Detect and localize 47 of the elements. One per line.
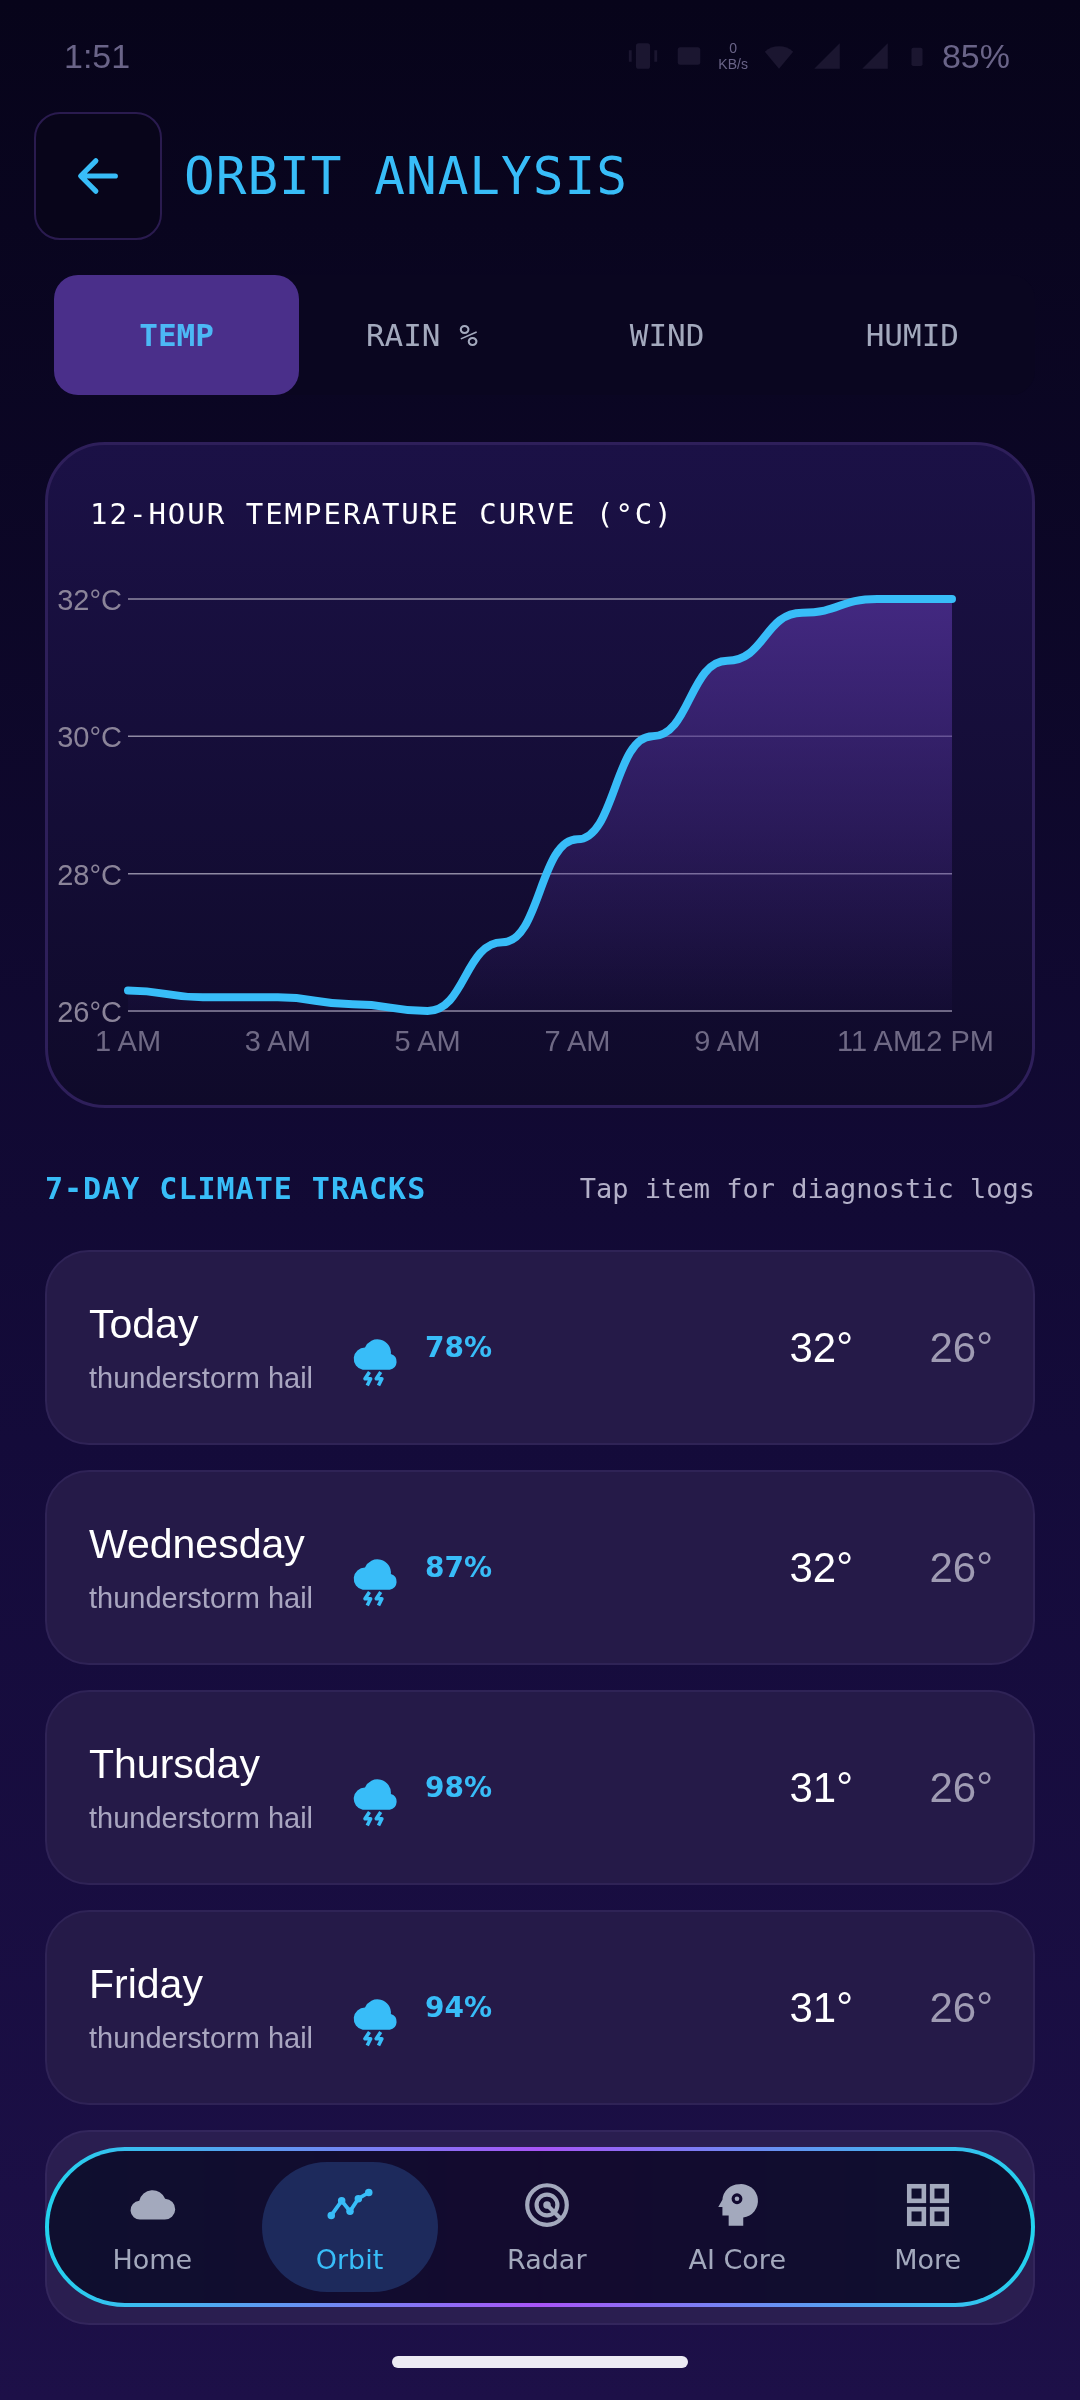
high-temp: 31° xyxy=(788,1983,853,2032)
day-name: Wednesday xyxy=(89,1520,306,1568)
condition-text: thunderstorm hail xyxy=(89,1581,315,1615)
screen-title: ORBIT ANALYSIS xyxy=(184,146,628,206)
x-axis-label: 3 AM xyxy=(244,1025,311,1057)
section-hint: Tap item for diagnostic logs xyxy=(579,1172,1035,1204)
tab[interactable]: WIND xyxy=(544,275,790,395)
condition-text: thunderstorm hail xyxy=(89,2021,315,2055)
tab[interactable]: TEMP xyxy=(54,275,300,395)
day-name: Friday xyxy=(89,1960,204,2008)
nav-item[interactable]: Home xyxy=(57,2162,248,2292)
nav-item[interactable]: Radar xyxy=(451,2162,642,2292)
x-axis-label: 1 AM xyxy=(94,1025,162,1057)
back-button[interactable] xyxy=(34,112,162,240)
y-axis-label: 32°C xyxy=(57,584,122,616)
low-temp: 26° xyxy=(928,1763,993,1812)
tab[interactable]: HUMID xyxy=(789,275,1035,395)
low-temp: 26° xyxy=(928,1983,993,2032)
precip-chance: 94% xyxy=(425,1991,493,2024)
section-title: 7-DAY CLIMATE TRACKS xyxy=(45,1170,427,1206)
y-axis-label: 30°C xyxy=(57,721,122,754)
chart-title: 12-HOUR TEMPERATURE CURVE (°C) xyxy=(90,497,674,531)
status-time: 1:51 xyxy=(64,36,131,76)
day-name: Today xyxy=(89,1300,200,1348)
nav-item[interactable]: More xyxy=(832,2162,1023,2292)
x-axis-label: 9 AM xyxy=(694,1025,761,1057)
condition-text: thunderstorm hail xyxy=(89,1801,315,1835)
high-temp: 31° xyxy=(788,1763,853,1812)
low-temp: 26° xyxy=(928,1543,993,1592)
condition-text: thunderstorm hail xyxy=(89,1361,315,1395)
day-name: Thursday xyxy=(89,1740,261,1788)
speed-value: 0 xyxy=(729,40,738,56)
precip-chance: 78% xyxy=(425,1331,493,1364)
x-axis-label: 5 AM xyxy=(394,1025,461,1057)
low-temp: 26° xyxy=(928,1323,993,1372)
speed-unit: KB/s xyxy=(718,56,748,72)
tab[interactable]: RAIN % xyxy=(299,275,545,395)
precip-chance: 98% xyxy=(425,1771,493,1804)
y-axis-label: 26°C xyxy=(57,996,122,1028)
high-temp: 32° xyxy=(788,1323,853,1372)
y-axis-label: 28°C xyxy=(57,858,122,891)
precip-chance: 87% xyxy=(425,1551,493,1584)
nav-item[interactable]: AI Core xyxy=(642,2162,833,2292)
x-axis-label: 7 AM xyxy=(544,1025,611,1057)
nav-item[interactable]: Orbit xyxy=(261,2162,438,2292)
high-temp: 32° xyxy=(788,1543,853,1592)
battery-level: 85% xyxy=(941,36,1010,76)
